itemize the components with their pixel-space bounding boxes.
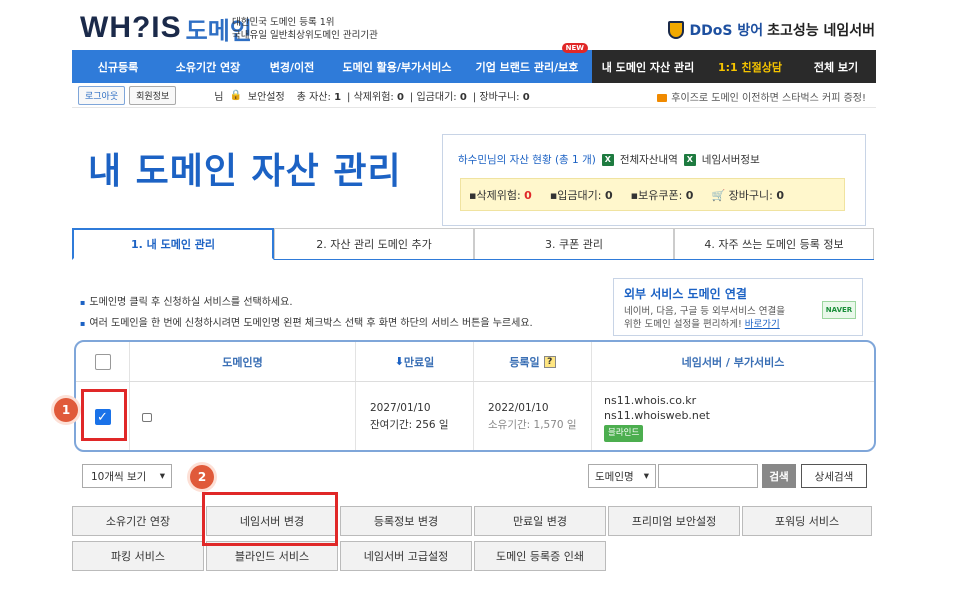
nav-my-domains[interactable]: 내 도메인 자산 관리: [592, 50, 704, 83]
logo-sub-line1: 대한민국 도메인 등록 1위: [232, 17, 335, 28]
tab-bar: 1. 내 도메인 관리 2. 자산 관리 도메인 추가 3. 쿠폰 관리 4. …: [72, 228, 874, 260]
tab-add-domain[interactable]: 2. 자산 관리 도메인 추가: [274, 228, 474, 259]
advanced-nameserver-button[interactable]: 네임서버 고급설정: [340, 541, 472, 571]
main-nav: 신규등록 소유기간 연장 변경/이전 도메인 활용/부가서비스 기업 브랜드 관…: [72, 43, 876, 83]
nameserver-cell: ns11.whois.co.kr ns11.whoisweb.net 블라인드: [592, 382, 874, 450]
page-size-select[interactable]: 10개씩 보기 ▾: [82, 464, 172, 488]
status-payment-wait[interactable]: ▪입금대기: 0: [550, 187, 613, 203]
nameserver-label: 초고성능 네임서버: [767, 23, 875, 39]
step-2-marker: 2: [190, 465, 214, 489]
print-certificate-button[interactable]: 도메인 등록증 인쇄: [474, 541, 606, 571]
user-suffix: 님: [214, 92, 224, 103]
member-info-button[interactable]: 회원정보: [129, 86, 177, 105]
tab-frequent-info[interactable]: 4. 자주 쓰는 도메인 등록 정보: [674, 228, 874, 259]
premium-security-button[interactable]: 프리미엄 보안설정: [608, 506, 740, 536]
nav-transfer[interactable]: 변경/이전: [252, 50, 332, 83]
lock-icon: [142, 412, 152, 422]
logo-subtitle: 대한민국 도메인 등록 1위 국내유일 일반최상위도메인 관리기관: [232, 16, 378, 42]
instruction-1: 도메인명 클릭 후 신청하실 서비스를 선택하세요.: [80, 293, 292, 308]
nav-brand-label: 기업 브랜드 관리/보호: [475, 60, 579, 74]
logo-sub-line2: 국내유일 일반최상위도메인 관리기관: [232, 30, 378, 41]
blind-badge: 블라인드: [604, 424, 644, 442]
table-header: 도메인명 ⬇ 만료일 등록일? 네임서버 / 부가서비스: [76, 342, 874, 382]
logout-button[interactable]: 로그아웃: [78, 86, 126, 105]
change-registration-button[interactable]: 등록정보 변경: [340, 506, 472, 536]
owner-asset-count: 하수민님의 자산 현황 (총 1 개): [458, 154, 596, 166]
excel-icon: X: [683, 153, 696, 166]
cart-count: | 장바구니: 0: [472, 92, 530, 103]
select-all-checkbox[interactable]: [94, 353, 111, 370]
total-assets: 총 자산: 1: [296, 92, 342, 103]
domain-table: 도메인명 ⬇ 만료일 등록일? 네임서버 / 부가서비스 ✓ 2027/01/10…: [74, 340, 876, 452]
tab-my-domains[interactable]: 1. 내 도메인 관리: [72, 228, 274, 260]
chevron-down-icon: ▾: [643, 470, 649, 482]
asset-status-counts: ▪삭제위험: 0 ▪입금대기: 0 ▪보유쿠폰: 0 🛒 장바구니: 0: [460, 178, 845, 211]
security-settings-link[interactable]: 보안설정: [248, 88, 285, 103]
promo-text: 후이즈로 도메인 이전하면 스타벅스 커피 증정!: [671, 93, 866, 104]
asset-summary: 님 🔒 보안설정 총 자산: 1 | 삭제위험: 0 | 입금대기: 0 | 장바…: [214, 88, 529, 103]
page-title: 내 도메인 자산 관리: [88, 151, 402, 192]
search-input[interactable]: [658, 464, 758, 488]
naver-logo: NAVER: [822, 301, 856, 319]
nameserver-info-link[interactable]: 네임서버정보: [702, 152, 760, 167]
highlight-checkbox: [81, 389, 127, 441]
nav-renewal[interactable]: 소유기간 연장: [164, 50, 252, 83]
shortcut-link[interactable]: 바로가기: [745, 319, 780, 330]
nav-brand-protection[interactable]: 기업 브랜드 관리/보호 NEW: [462, 43, 592, 83]
whois-logo[interactable]: WH?IS 도메인: [80, 8, 252, 48]
external-service-box[interactable]: 외부 서비스 도메인 연결 네이버, 다음, 구글 등 외부서비스 연결을 위한…: [613, 278, 863, 336]
instruction-2: 여러 도메인을 한 번에 신청하시려면 도메인명 왼편 체크박스 선택 후 화면…: [80, 314, 532, 329]
status-delete-risk[interactable]: ▪삭제위험: 0: [469, 187, 532, 203]
all-assets-link[interactable]: 전체자산내역: [620, 152, 678, 167]
col-nameserver: 네임서버 / 부가서비스: [681, 355, 785, 369]
nav-view-all[interactable]: 전체 보기: [796, 50, 876, 83]
delete-risk: | 삭제위험: 0: [347, 92, 404, 103]
shield-icon: [667, 21, 684, 39]
ddos-banner[interactable]: DDoS 방어 초고성능 네임서버: [667, 20, 875, 40]
lock-icon: 🔒: [229, 90, 242, 101]
chevron-down-icon: ▾: [159, 470, 165, 482]
search-button[interactable]: 검색: [762, 464, 796, 488]
col-domain[interactable]: 도메인명: [130, 342, 356, 381]
sort-down-icon: ⬇: [394, 355, 404, 368]
registered-cell: 2022/01/10 소유기간: 1,570 일: [474, 382, 592, 450]
new-badge: NEW: [561, 43, 588, 53]
col-registered[interactable]: 등록일?: [474, 342, 592, 381]
expire-cell: 2027/01/10 잔여기간: 256 일: [356, 382, 474, 450]
nav-new-registration[interactable]: 신규등록: [72, 50, 164, 83]
table-row: ✓ 2027/01/10 잔여기간: 256 일 2022/01/10 소유기간…: [76, 382, 874, 450]
domain-cell[interactable]: [130, 382, 356, 450]
change-expiry-button[interactable]: 만료일 변경: [474, 506, 606, 536]
speaker-icon: [657, 94, 668, 102]
col-expire[interactable]: ⬇ 만료일: [356, 342, 474, 381]
asset-status-header: 하수민님의 자산 현황 (총 1 개) X 전체자산내역 X 네임서버정보: [458, 152, 760, 167]
external-service-desc: 네이버, 다음, 구글 등 외부서비스 연결을 위한 도메인 설정을 편리하게!…: [624, 306, 785, 330]
status-coupons[interactable]: ▪보유쿠폰: 0: [631, 187, 694, 203]
external-service-title: 외부 서비스 도메인 연결: [624, 287, 747, 301]
nav-domain-services[interactable]: 도메인 활용/부가서비스: [332, 50, 462, 83]
ddos-label: DDoS 방어: [689, 23, 764, 39]
status-cart[interactable]: 🛒 장바구니: 0: [711, 187, 784, 203]
forwarding-button[interactable]: 포워딩 서비스: [742, 506, 872, 536]
renew-button[interactable]: 소유기간 연장: [72, 506, 204, 536]
search-field-select[interactable]: 도메인명 ▾: [588, 464, 656, 488]
payment-wait: | 입금대기: 0: [409, 92, 467, 103]
highlight-nameserver-button: [202, 492, 338, 546]
excel-icon: X: [601, 153, 614, 166]
logo-text: WH?IS: [80, 11, 182, 44]
advanced-search-button[interactable]: 상세검색: [801, 464, 867, 488]
nav-consult[interactable]: 1:1 친절상담: [704, 50, 796, 83]
user-subbar: 로그아웃 회원정보 님 🔒 보안설정 총 자산: 1 | 삭제위험: 0 | 입금…: [72, 84, 876, 108]
step-1-marker: 1: [54, 398, 78, 422]
parking-button[interactable]: 파킹 서비스: [72, 541, 204, 571]
promo-notice[interactable]: 후이즈로 도메인 이전하면 스타벅스 커피 증정!: [657, 89, 866, 104]
help-icon[interactable]: ?: [543, 355, 556, 368]
tab-coupons[interactable]: 3. 쿠폰 관리: [474, 228, 674, 259]
cart-icon: 🛒: [711, 188, 726, 202]
